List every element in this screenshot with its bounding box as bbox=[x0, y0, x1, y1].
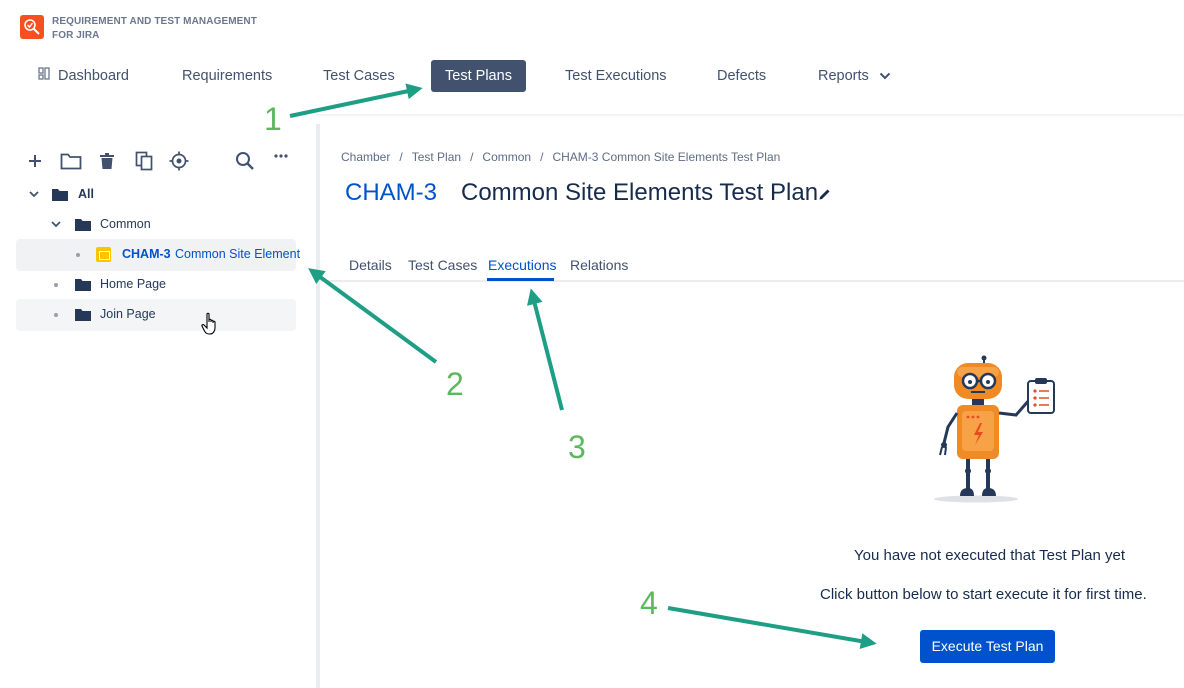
tree-item-join-page[interactable]: Join Page bbox=[16, 299, 296, 331]
tree-item-all[interactable]: All bbox=[16, 179, 296, 211]
annotation-arrow-2 bbox=[308, 268, 438, 364]
robot-illustration bbox=[924, 355, 1064, 510]
tree-item-label: Common bbox=[100, 217, 151, 231]
breadcrumb: Chamber / Test Plan / Common / CHAM-3 Common S… bbox=[341, 150, 781, 164]
bullet-icon bbox=[76, 253, 80, 257]
chevron-down-icon[interactable] bbox=[50, 218, 62, 233]
folder-icon[interactable] bbox=[58, 148, 84, 174]
tab-test-cases[interactable]: Test Cases bbox=[408, 257, 477, 273]
nav-test-plans[interactable]: Test Plans bbox=[431, 60, 526, 92]
nav-dashboard[interactable]: Dashboard bbox=[38, 60, 129, 92]
folder-icon bbox=[52, 188, 68, 204]
app-header: REQUIREMENT AND TEST MANAGEMENT FOR JIRA… bbox=[0, 0, 1184, 114]
nav-reports[interactable]: Reports bbox=[818, 60, 891, 92]
tab-details[interactable]: Details bbox=[349, 257, 392, 273]
hand-cursor-icon bbox=[201, 312, 219, 341]
search-icon[interactable] bbox=[232, 148, 258, 174]
nav-dashboard-label: Dashboard bbox=[58, 68, 129, 84]
empty-state-hint: Click button below to start execute it f… bbox=[820, 586, 1147, 603]
annotation-arrow-4 bbox=[667, 606, 877, 649]
add-icon[interactable] bbox=[22, 148, 48, 174]
dashboard-icon bbox=[38, 60, 50, 92]
issue-key[interactable]: CHAM-3 bbox=[345, 179, 437, 207]
breadcrumb-item[interactable]: Common bbox=[482, 150, 531, 164]
bullet-icon bbox=[54, 313, 58, 317]
tree-item-label: Home Page bbox=[100, 277, 167, 291]
nav-reports-label: Reports bbox=[818, 68, 869, 84]
tree-item-home-page[interactable]: Home Page bbox=[16, 269, 296, 301]
pencil-icon[interactable] bbox=[818, 187, 832, 206]
annotation-step-4: 4 bbox=[640, 585, 658, 621]
app-logo-icon[interactable] bbox=[20, 15, 44, 39]
copy-icon[interactable] bbox=[131, 148, 157, 174]
tab-bar: Details Test Cases Executions Relations bbox=[320, 250, 1184, 282]
tree-item-common[interactable]: Common bbox=[16, 209, 296, 241]
annotation-arrow-3 bbox=[527, 288, 564, 411]
tree-item-label: All bbox=[78, 187, 94, 201]
app-name-line1: REQUIREMENT AND TEST MANAGEMENT bbox=[52, 16, 257, 27]
nav-test-executions[interactable]: Test Executions bbox=[565, 60, 667, 92]
breadcrumb-item[interactable]: Chamber bbox=[341, 150, 390, 164]
annotation-step-2: 2 bbox=[446, 366, 464, 402]
folder-icon bbox=[75, 278, 91, 294]
annotation-step-3: 3 bbox=[568, 429, 586, 465]
test-plan-icon bbox=[96, 247, 111, 262]
folder-icon bbox=[75, 308, 91, 324]
chevron-down-icon[interactable] bbox=[28, 188, 40, 203]
bullet-icon bbox=[54, 283, 58, 287]
execute-test-plan-button[interactable]: Execute Test Plan bbox=[920, 630, 1055, 663]
breadcrumb-item[interactable]: Test Plan bbox=[412, 150, 461, 164]
empty-state-message: You have not executed that Test Plan yet bbox=[854, 547, 1126, 564]
sidebar-resize-handle[interactable] bbox=[316, 124, 320, 688]
page-title: Common Site Elements Test Plan bbox=[461, 179, 819, 206]
nav-test-cases[interactable]: Test Cases bbox=[323, 60, 395, 92]
tree-item-cham-3[interactable]: CHAM-3 Common Site Element bbox=[16, 239, 300, 271]
folder-icon bbox=[75, 218, 91, 234]
target-icon[interactable] bbox=[166, 148, 192, 174]
tree-item-label: Common Site Element bbox=[175, 247, 301, 261]
trash-icon[interactable] bbox=[94, 148, 120, 174]
tab-relations[interactable]: Relations bbox=[570, 257, 628, 273]
tree-item-key: CHAM-3 bbox=[122, 247, 171, 261]
chevron-down-icon bbox=[879, 60, 891, 92]
app-name-line2: FOR JIRA bbox=[52, 30, 100, 41]
nav-defects[interactable]: Defects bbox=[717, 60, 766, 92]
breadcrumb-item[interactable]: CHAM-3 Common Site Elements Test Plan bbox=[552, 150, 780, 164]
nav-requirements[interactable]: Requirements bbox=[182, 60, 272, 92]
more-icon[interactable] bbox=[268, 143, 294, 169]
active-tab-indicator bbox=[487, 278, 554, 281]
tab-executions[interactable]: Executions bbox=[488, 257, 556, 273]
tree-item-label: Join Page bbox=[100, 307, 156, 321]
app-name: REQUIREMENT AND TEST MANAGEMENT FOR JIRA bbox=[52, 15, 257, 43]
